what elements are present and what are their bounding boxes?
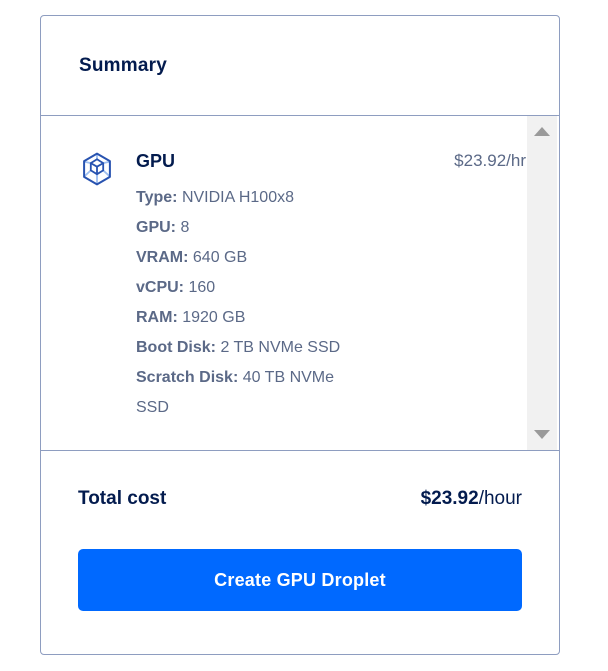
gpu-item-price: $23.92/hr [454, 149, 526, 173]
gpu-item-details: GPU Type: NVIDIA H100x8 GPU: 8 VRAM: 640… [136, 149, 361, 423]
spec-row-vcpu: vCPU: 160 [136, 273, 361, 303]
total-cost-value: $23.92/hour [421, 488, 522, 510]
spec-value: 2 TB NVMe SSD [220, 339, 340, 356]
spec-label: Type: [136, 189, 177, 206]
scrollbar[interactable] [527, 116, 557, 450]
summary-header: Summary [41, 16, 559, 116]
summary-title: Summary [79, 55, 167, 77]
summary-card: Summary GPU Type: NVIDIA H100x8 GPU: [40, 15, 560, 655]
total-cost-label: Total cost [78, 488, 166, 510]
scroll-up-button[interactable] [534, 127, 550, 136]
spec-row-ram: RAM: 1920 GB [136, 303, 361, 333]
summary-footer: Total cost $23.92/hour Create GPU Drople… [41, 451, 559, 654]
chevron-down-icon [534, 430, 550, 439]
spec-value: NVIDIA H100x8 [182, 189, 294, 206]
total-cost-row: Total cost $23.92/hour [78, 488, 522, 510]
spec-row-gpu: GPU: 8 [136, 213, 361, 243]
spec-row-type: Type: NVIDIA H100x8 [136, 183, 361, 213]
spec-label: RAM: [136, 309, 178, 326]
total-cost-unit: /hour [479, 488, 522, 509]
spec-label: vCPU: [136, 279, 184, 296]
spec-row-scratch-disk: Scratch Disk: 40 TB NVMe SSD [136, 363, 361, 423]
scroll-down-button[interactable] [534, 430, 550, 439]
spec-label: Boot Disk: [136, 339, 216, 356]
spec-label: Scratch Disk: [136, 369, 238, 386]
create-gpu-droplet-button[interactable]: Create GPU Droplet [78, 549, 522, 611]
gpu-item-name: GPU [136, 149, 361, 173]
spec-value: 8 [180, 219, 189, 236]
spec-value: 1920 GB [182, 309, 245, 326]
gpu-cube-icon [79, 150, 115, 188]
spec-label: GPU: [136, 219, 176, 236]
spec-row-boot-disk: Boot Disk: 2 TB NVMe SSD [136, 333, 361, 363]
chevron-up-icon [534, 127, 550, 136]
spec-label: VRAM: [136, 249, 188, 266]
gpu-line-item: GPU Type: NVIDIA H100x8 GPU: 8 VRAM: 640… [41, 116, 559, 423]
summary-scroll-area: GPU Type: NVIDIA H100x8 GPU: 8 VRAM: 640… [41, 116, 559, 451]
spec-value: 640 GB [193, 249, 247, 266]
spec-value: 160 [188, 279, 215, 296]
spec-row-vram: VRAM: 640 GB [136, 243, 361, 273]
total-cost-amount: $23.92 [421, 488, 479, 509]
